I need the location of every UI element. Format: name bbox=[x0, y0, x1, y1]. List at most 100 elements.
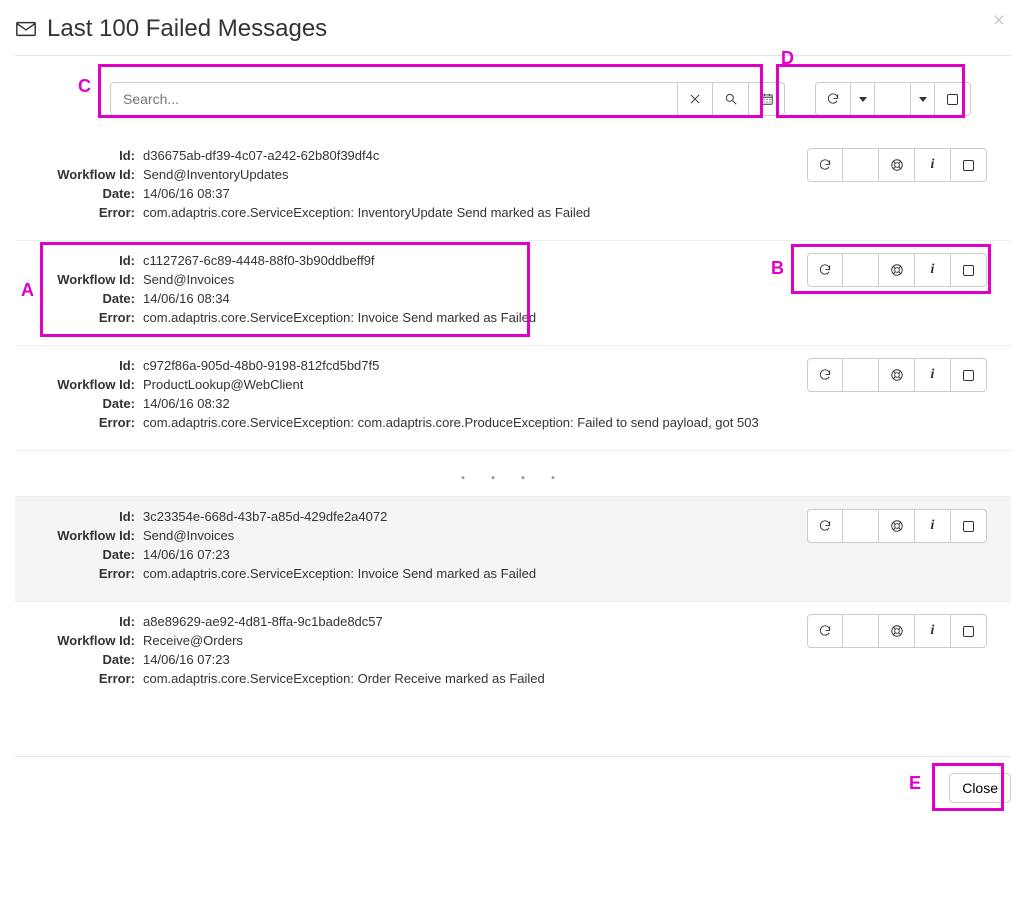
value-id: a8e89629-ae92-4d81-8ffa-9c1bade8dc57 bbox=[143, 614, 383, 629]
value-id: 3c23354e-668d-43b7-a85d-429dfe2a4072 bbox=[143, 509, 387, 524]
value-date: 14/06/16 08:37 bbox=[143, 186, 230, 201]
label-workflow: Workflow Id: bbox=[15, 528, 143, 543]
delete-button[interactable] bbox=[843, 358, 879, 392]
message-list: i Id:d36675ab-df39-4c07-a242-62b80f39df4… bbox=[15, 136, 1011, 706]
info-icon: i bbox=[931, 623, 935, 639]
select-button[interactable] bbox=[951, 614, 987, 648]
caret-down-icon bbox=[859, 97, 867, 102]
refresh-icon bbox=[818, 624, 832, 638]
label-error: Error: bbox=[15, 205, 143, 220]
info-icon: i bbox=[931, 262, 935, 278]
modal-close-x[interactable]: × bbox=[987, 8, 1011, 34]
brush-icon bbox=[854, 158, 868, 172]
value-error: com.adaptris.core.ServiceException: Invo… bbox=[143, 310, 536, 325]
label-error: Error: bbox=[15, 671, 143, 686]
select-button[interactable] bbox=[951, 253, 987, 287]
lifering-icon bbox=[890, 158, 904, 172]
checkbox-icon bbox=[963, 160, 974, 171]
label-id: Id: bbox=[15, 509, 143, 524]
value-error: com.adaptris.core.ServiceException: Orde… bbox=[143, 671, 545, 686]
label-date: Date: bbox=[15, 291, 143, 306]
retry-button[interactable] bbox=[807, 253, 843, 287]
brush-icon bbox=[854, 624, 868, 638]
info-button[interactable]: i bbox=[915, 253, 951, 287]
view-button[interactable] bbox=[879, 509, 915, 543]
value-date: 14/06/16 07:23 bbox=[143, 652, 230, 667]
value-id: c1127267-6c89-4448-88f0-3b90ddbeff9f bbox=[143, 253, 375, 268]
label-id: Id: bbox=[15, 253, 143, 268]
lifering-icon bbox=[890, 263, 904, 277]
checkbox-icon bbox=[963, 521, 974, 532]
caret-down-icon bbox=[919, 97, 927, 102]
date-filter-button[interactable] bbox=[749, 82, 785, 116]
retry-button[interactable] bbox=[807, 358, 843, 392]
label-error: Error: bbox=[15, 566, 143, 581]
retry-dropdown-button[interactable] bbox=[851, 82, 875, 116]
message-item: i Id:a8e89629-ae92-4d81-8ffa-9c1bade8dc5… bbox=[15, 601, 1011, 706]
annotation-c: C bbox=[78, 76, 91, 97]
value-date: 14/06/16 08:32 bbox=[143, 396, 230, 411]
delete-dropdown-button[interactable] bbox=[911, 82, 935, 116]
message-actions: i bbox=[807, 358, 987, 392]
search-icon bbox=[724, 92, 738, 106]
retry-button[interactable] bbox=[807, 509, 843, 543]
info-button[interactable]: i bbox=[915, 148, 951, 182]
brush-icon bbox=[854, 263, 868, 277]
modal-footer: E Close bbox=[15, 756, 1011, 803]
value-date: 14/06/16 07:23 bbox=[143, 547, 230, 562]
refresh-icon bbox=[818, 519, 832, 533]
calendar-icon bbox=[760, 92, 774, 106]
value-date: 14/06/16 08:34 bbox=[143, 291, 230, 306]
value-error: com.adaptris.core.ServiceException: com.… bbox=[143, 415, 759, 430]
refresh-icon bbox=[818, 158, 832, 172]
checkbox-icon bbox=[963, 370, 974, 381]
select-button[interactable] bbox=[951, 148, 987, 182]
label-date: Date: bbox=[15, 396, 143, 411]
x-icon bbox=[688, 92, 702, 106]
view-button[interactable] bbox=[879, 614, 915, 648]
ellipsis-row: . . . . bbox=[15, 450, 1011, 496]
label-date: Date: bbox=[15, 652, 143, 667]
value-error: com.adaptris.core.ServiceException: Inve… bbox=[143, 205, 590, 220]
annotation-b: B bbox=[771, 258, 784, 279]
delete-button[interactable] bbox=[843, 509, 879, 543]
refresh-icon bbox=[826, 92, 840, 106]
view-button[interactable] bbox=[879, 253, 915, 287]
toolbar bbox=[15, 82, 1011, 116]
label-error: Error: bbox=[15, 310, 143, 325]
info-button[interactable]: i bbox=[915, 509, 951, 543]
retry-button[interactable] bbox=[807, 614, 843, 648]
failed-messages-modal: × Last 100 Failed Messages C D bbox=[0, 0, 1026, 818]
delete-button[interactable] bbox=[843, 253, 879, 287]
select-all-button[interactable] bbox=[935, 82, 971, 116]
search-button[interactable] bbox=[713, 82, 749, 116]
delete-all-button[interactable] bbox=[875, 82, 911, 116]
info-icon: i bbox=[931, 157, 935, 173]
modal-header: Last 100 Failed Messages bbox=[15, 15, 1011, 56]
label-error: Error: bbox=[15, 415, 143, 430]
info-icon: i bbox=[931, 518, 935, 534]
view-button[interactable] bbox=[879, 148, 915, 182]
value-id: d36675ab-df39-4c07-a242-62b80f39df4c bbox=[143, 148, 379, 163]
delete-button[interactable] bbox=[843, 614, 879, 648]
info-button[interactable]: i bbox=[915, 358, 951, 392]
retry-all-button[interactable] bbox=[815, 82, 851, 116]
value-error: com.adaptris.core.ServiceException: Invo… bbox=[143, 566, 536, 581]
checkbox-icon bbox=[947, 94, 958, 105]
delete-button[interactable] bbox=[843, 148, 879, 182]
clear-search-button[interactable] bbox=[677, 82, 713, 116]
retry-button[interactable] bbox=[807, 148, 843, 182]
search-input[interactable] bbox=[110, 82, 677, 116]
view-button[interactable] bbox=[879, 358, 915, 392]
info-button[interactable]: i bbox=[915, 614, 951, 648]
select-button[interactable] bbox=[951, 358, 987, 392]
close-button[interactable]: Close bbox=[949, 773, 1011, 803]
checkbox-icon bbox=[963, 265, 974, 276]
message-item: i Id:c1127267-6c89-4448-88f0-3b90ddbeff9… bbox=[15, 240, 1011, 345]
lifering-icon bbox=[890, 624, 904, 638]
value-workflow: Send@Invoices bbox=[143, 272, 234, 287]
value-workflow: ProductLookup@WebClient bbox=[143, 377, 303, 392]
label-workflow: Workflow Id: bbox=[15, 633, 143, 648]
label-id: Id: bbox=[15, 148, 143, 163]
select-button[interactable] bbox=[951, 509, 987, 543]
